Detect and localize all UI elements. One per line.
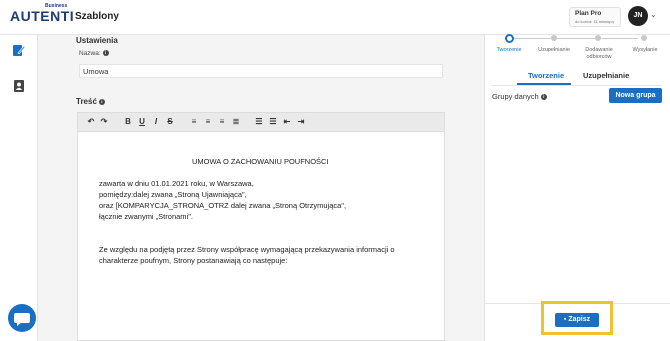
avatar[interactable]: JN (628, 6, 648, 26)
align-center-icon[interactable]: ≡ (203, 117, 213, 126)
document-editor[interactable]: ↶ ↷ B U I S ≡ ≡ ≡ ≣ ☰ ☰ ⇤ ⇥ (77, 112, 445, 341)
step-create[interactable]: Tworzenie (488, 47, 530, 54)
chat-icon (14, 313, 30, 326)
top-bar: AUTENTI Business Szablony Plan Pro do ko… (0, 0, 670, 35)
indent-icon[interactable]: ⇥ (296, 117, 306, 126)
align-justify-icon[interactable]: ≣ (231, 117, 241, 126)
app-logo[interactable]: AUTENTI (10, 8, 74, 24)
plan-title: Plan Pro (575, 10, 602, 17)
page-title: Szablony (75, 11, 119, 22)
step-dot-create[interactable] (505, 34, 514, 43)
logo-badge: Business (45, 3, 68, 9)
new-group-button[interactable]: Nowa grupa (609, 88, 662, 103)
chat-button[interactable] (8, 304, 36, 332)
editor-toolbar: ↶ ↷ B U I S ≡ ≡ ≡ ≣ ☰ ☰ ⇤ ⇥ (78, 113, 444, 132)
italic-icon[interactable]: I (151, 117, 161, 126)
name-label: Nazwa: i (79, 50, 109, 57)
step-fill[interactable]: Uzupełnianie (532, 47, 576, 54)
doc-line: zawarta w dniu 01.01.2021 roku, w Warsza… (99, 179, 254, 188)
edit-document-icon[interactable] (12, 43, 26, 57)
info-icon[interactable]: i (540, 94, 547, 100)
chevron-down-icon[interactable]: ⌄ (650, 10, 657, 19)
content-title: Treść (76, 97, 97, 106)
doc-title: UMOWA O ZACHOWANIU POUFNOŚCI (192, 157, 329, 166)
active-tab-indicator (517, 83, 571, 85)
name-input[interactable] (79, 64, 443, 78)
info-icon[interactable]: i (102, 50, 109, 56)
content-title-wrap: Treść i (76, 97, 105, 106)
contacts-icon[interactable] (12, 79, 26, 93)
settings-title: Ustawienia (76, 36, 118, 45)
plan-badge[interactable]: Plan Pro do końca: 11 miesięcy (569, 7, 621, 27)
step-dot-fill[interactable] (551, 35, 557, 41)
tab-create[interactable]: Tworzenie (528, 71, 564, 80)
doc-line: pomiędzy:dalej zwana „Stroną Ujawniająca… (99, 190, 247, 199)
save-button[interactable]: ▪ Zapisz (555, 313, 599, 327)
step-recipients[interactable]: Dodawanie odbiorców (578, 47, 620, 61)
right-panel (484, 35, 670, 341)
save-label: Zapisz (568, 316, 591, 323)
bold-icon[interactable]: B (123, 117, 133, 126)
undo-icon[interactable]: ↶ (86, 117, 96, 126)
strikethrough-icon[interactable]: S (165, 117, 175, 126)
doc-line: Ze względu na podjętą przez Strony współ… (99, 245, 395, 254)
step-send[interactable]: Wysyłanie (624, 47, 666, 54)
align-left-icon[interactable]: ≡ (189, 117, 199, 126)
sidebar (0, 35, 38, 341)
data-groups-text: Grupy danych (492, 92, 539, 101)
doc-line: łącznie zwanymi „Stronami". (99, 212, 193, 221)
outdent-icon[interactable]: ⇤ (282, 117, 292, 126)
tab-fill[interactable]: Uzupełnianie (583, 71, 629, 80)
doc-line: oraz [KOMPARYCJA_STRONA_OTRZ dalej zwana… (99, 201, 347, 210)
redo-icon[interactable]: ↷ (99, 117, 109, 126)
info-icon[interactable]: i (98, 99, 105, 105)
step-dot-recipients[interactable] (595, 35, 601, 41)
plan-subtitle: do końca: 11 miesięcy (575, 19, 615, 24)
doc-line: charakterze poufnym, Strony postanawiają… (99, 256, 288, 265)
numbered-list-icon[interactable]: ☰ (254, 117, 264, 126)
stepper-line (512, 38, 638, 39)
name-label-text: Nazwa: (79, 50, 101, 57)
underline-icon[interactable]: U (137, 117, 147, 126)
bulleted-list-icon[interactable]: ☰ (268, 117, 278, 126)
tab-divider (492, 85, 662, 86)
save-icon: ▪ (563, 316, 567, 323)
align-right-icon[interactable]: ≡ (217, 117, 227, 126)
data-groups-label: Grupy danych i (492, 92, 547, 101)
step-dot-send[interactable] (641, 35, 647, 41)
